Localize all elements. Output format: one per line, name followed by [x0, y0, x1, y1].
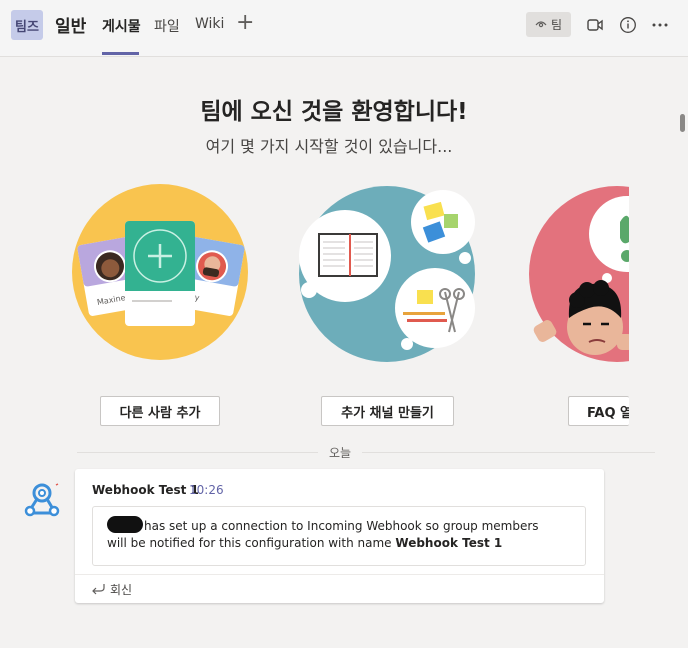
tab-files[interactable]: 파일: [154, 16, 180, 36]
info-icon[interactable]: [618, 15, 638, 35]
webhook-icon: [24, 483, 60, 517]
eye-icon: [535, 18, 547, 32]
message-sender[interactable]: Webhook Test 1: [92, 483, 199, 497]
plus-icon[interactable]: +: [236, 12, 254, 34]
reply-label[interactable]: 회신: [110, 581, 132, 598]
message-text-bold: Webhook Test 1: [395, 536, 503, 550]
tab-wiki[interactable]: Wiki: [195, 16, 224, 32]
message-text: has set up a connection to Incoming Webh…: [107, 518, 557, 552]
scrollbar-thumb[interactable]: [680, 114, 685, 132]
channel-header: 팀즈 일반 게시물 파일 Wiki + 팀: [0, 0, 688, 57]
message-timestamp: 10:26: [189, 483, 224, 497]
date-label: 오늘: [318, 444, 362, 461]
team-privacy-button[interactable]: 팀: [526, 12, 571, 37]
person-thinking-illustration: [529, 186, 629, 362]
team-pill-label: 팀: [550, 18, 563, 32]
team-avatar[interactable]: 팀즈: [11, 10, 43, 40]
create-channels-button[interactable]: 추가 채널 만들기: [321, 396, 454, 426]
welcome-subtitle: 여기 몇 가지 시작할 것이 있습니다...: [205, 137, 453, 156]
add-people-button[interactable]: 다른 사람 추가: [100, 396, 220, 426]
more-icon[interactable]: [650, 15, 670, 35]
welcome-title: 팀에 오신 것을 환영합니다!: [200, 99, 468, 125]
message-content-box: has set up a connection to Incoming Webh…: [92, 506, 586, 566]
scrollbar[interactable]: [679, 56, 686, 648]
message-card[interactable]: Webhook Test 1 10:26 has set up a connec…: [75, 469, 604, 603]
people-cards-illustration: Maxine ky: [72, 184, 248, 360]
reply-bar[interactable]: 회신: [75, 574, 604, 604]
open-faq-button[interactable]: FAQ 열: [568, 396, 629, 426]
notebook-illustration: [299, 186, 475, 362]
active-tab-indicator: [102, 52, 139, 55]
reply-arrow-icon: [92, 584, 105, 595]
video-icon[interactable]: [585, 15, 605, 35]
tab-posts[interactable]: 게시물: [102, 16, 141, 36]
date-divider: [77, 452, 655, 453]
channel-name: 일반: [55, 17, 87, 37]
